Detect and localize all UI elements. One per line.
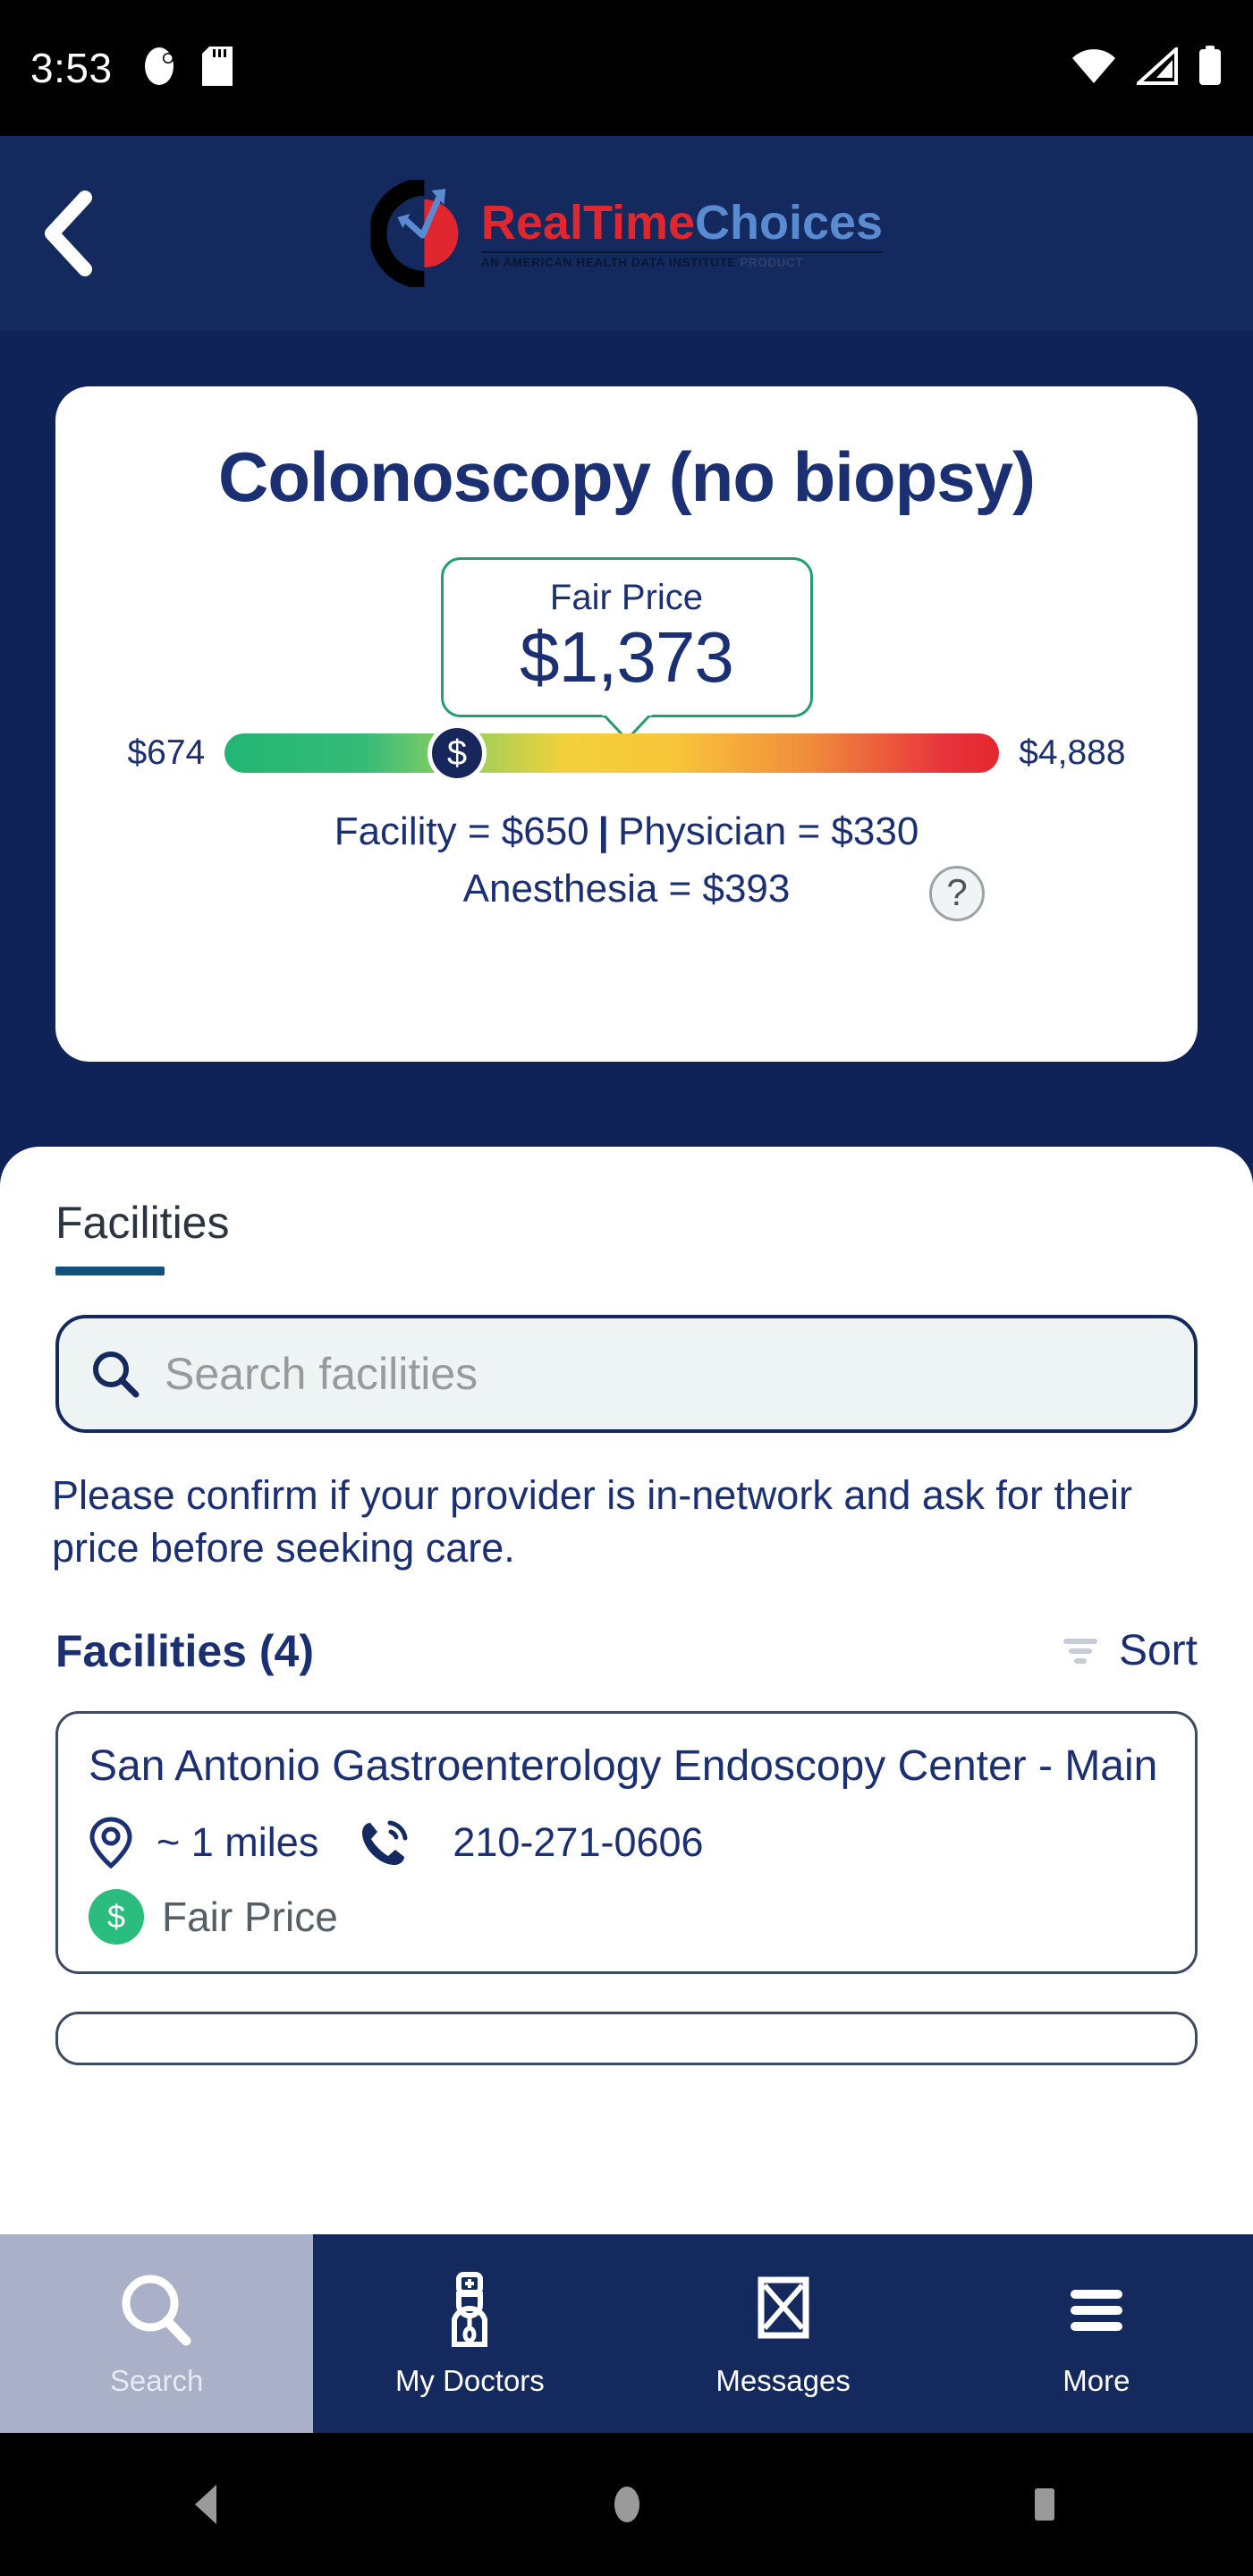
facility-price: Facility = $650 [334,809,589,853]
facility-price-tier: Fair Price [162,1894,338,1941]
nav-label-messages: Messages [715,2364,851,2397]
wifi-icon [1071,47,1117,89]
sort-icon [1063,1638,1097,1664]
status-bar-right-icons [1071,44,1223,91]
facilities-count-title: Facilities (4) [55,1625,314,1676]
doctor-icon [452,2272,488,2347]
help-icon-glyph: ? [946,871,968,914]
price-range-slider: $674 $ $4,888 [55,724,1198,783]
facility-card-next-partial[interactable] [55,2012,1198,2066]
sort-button[interactable]: Sort [1060,1626,1198,1675]
price-summary-card: Colonoscopy (no biopsy) Fair Price $1,37… [55,386,1198,1062]
facilities-list-header: Facilities (4) Sort [55,1625,1198,1677]
nav-item-search[interactable]: Search [0,2234,314,2433]
facilities-sheet: Facilities Search facilities Please conf… [0,1147,1253,2234]
status-bar-left-icons [143,46,233,91]
procedure-title: Colonoscopy (no biopsy) [218,437,1036,516]
help-icon[interactable]: ? [929,865,985,921]
sd-card-icon [201,46,233,90]
location-pin-icon [89,1817,132,1869]
nav-label-search: Search [109,2364,204,2397]
anesthesia-price: Anesthesia = $393 [462,866,791,911]
android-recents-button[interactable] [991,2464,1098,2545]
android-home-button[interactable] [573,2464,681,2545]
bottom-navigation-bar: Search My Doctors Messages More [0,2234,1253,2433]
fair-price-label: Fair Price [549,578,704,617]
logo-tagline-bold: AN AMERICAN HEALTH DATA INSTITUTE [480,255,736,269]
tab-facilities[interactable]: Facilities [55,1197,229,1261]
price-breakdown-line-2: Anesthesia = $393 [55,860,1198,918]
logo-wordmark: RealTimeChoices AN AMERICAN HEALTH DATA … [480,195,884,269]
hamburger-menu-icon [1070,2290,1122,2331]
price-range-max: $4,888 [1019,733,1126,772]
app-screen: 3:53 RealTimeChoices AN AMERICAN HEALTH … [0,0,1253,2576]
app-header: RealTimeChoices AN AMERICAN HEALTH DATA … [0,136,1253,331]
envelope-icon [758,2276,809,2339]
android-recents-icon [1034,2488,1054,2521]
tab-active-indicator [55,1267,165,1275]
facility-phone[interactable]: 210-271-0606 [453,1819,703,1866]
android-back-icon [194,2485,216,2524]
nav-item-messages[interactable]: Messages [627,2234,940,2433]
back-button[interactable] [0,136,134,331]
network-disclaimer: Please confirm if your provider is in-ne… [52,1472,1132,1572]
android-home-icon [614,2487,639,2522]
tab-bar: Facilities [0,1147,1253,1275]
fair-price-callout: Fair Price $1,373 [440,557,813,741]
search-input-placeholder: Search facilities [165,1349,478,1399]
facility-name: San Antonio Gastroenterology Endoscopy C… [89,1741,1158,1790]
price-marker-symbol: $ [446,733,468,773]
physician-price: Physician = $330 [617,809,919,853]
facility-meta-row: ~ 1 miles 210-271-0606 [89,1816,1164,1869]
nav-item-my-doctors[interactable]: My Doctors [313,2234,626,2433]
price-tier-badge: $ [89,1889,144,1945]
search-facilities-field[interactable]: Search facilities [55,1315,1198,1433]
phone-icon [362,1820,408,1866]
android-back-button[interactable] [156,2464,263,2545]
price-range-min: $674 [127,733,206,772]
chevron-left-icon [45,191,92,276]
android-navigation-bar [0,2433,1253,2576]
price-gradient-track[interactable]: $ [224,724,1000,783]
logo-tagline-light: PRODUCT [735,255,804,269]
android-status-bar: 3:53 [0,0,1253,136]
do-not-disturb-icon [143,46,179,91]
facility-card[interactable]: San Antonio Gastroenterology Endoscopy C… [55,1710,1198,1975]
price-badge-symbol: $ [106,1898,126,1936]
search-icon [93,1352,140,1398]
realtimechoices-logo-icon [368,178,478,289]
fair-price-value: $1,373 [520,617,734,697]
logo-name-part2: Choices [695,195,884,250]
sort-label: Sort [1118,1627,1198,1675]
cellular-signal-icon [1133,44,1178,89]
logo-name-part1: RealTime [480,195,696,250]
facility-price-row: $ Fair Price [89,1889,1164,1945]
price-marker-handle[interactable]: $ [428,724,487,783]
app-logo[interactable]: RealTimeChoices AN AMERICAN HEALTH DATA … [368,178,884,289]
nav-label-my-doctors: My Doctors [394,2364,545,2397]
battery-icon [1198,45,1223,91]
search-icon [122,2275,191,2346]
nav-item-more[interactable]: More [940,2234,1253,2433]
price-breakdown-line-1: Facility = $650 | Physician = $330 [55,803,1198,860]
nav-label-more: More [1063,2364,1130,2397]
breakdown-separator: | [597,809,609,853]
status-bar-clock: 3:53 [30,45,113,91]
facility-distance: ~ 1 miles [157,1819,319,1866]
price-breakdown: Facility = $650 | Physician = $330 Anesthe… [55,803,1198,921]
